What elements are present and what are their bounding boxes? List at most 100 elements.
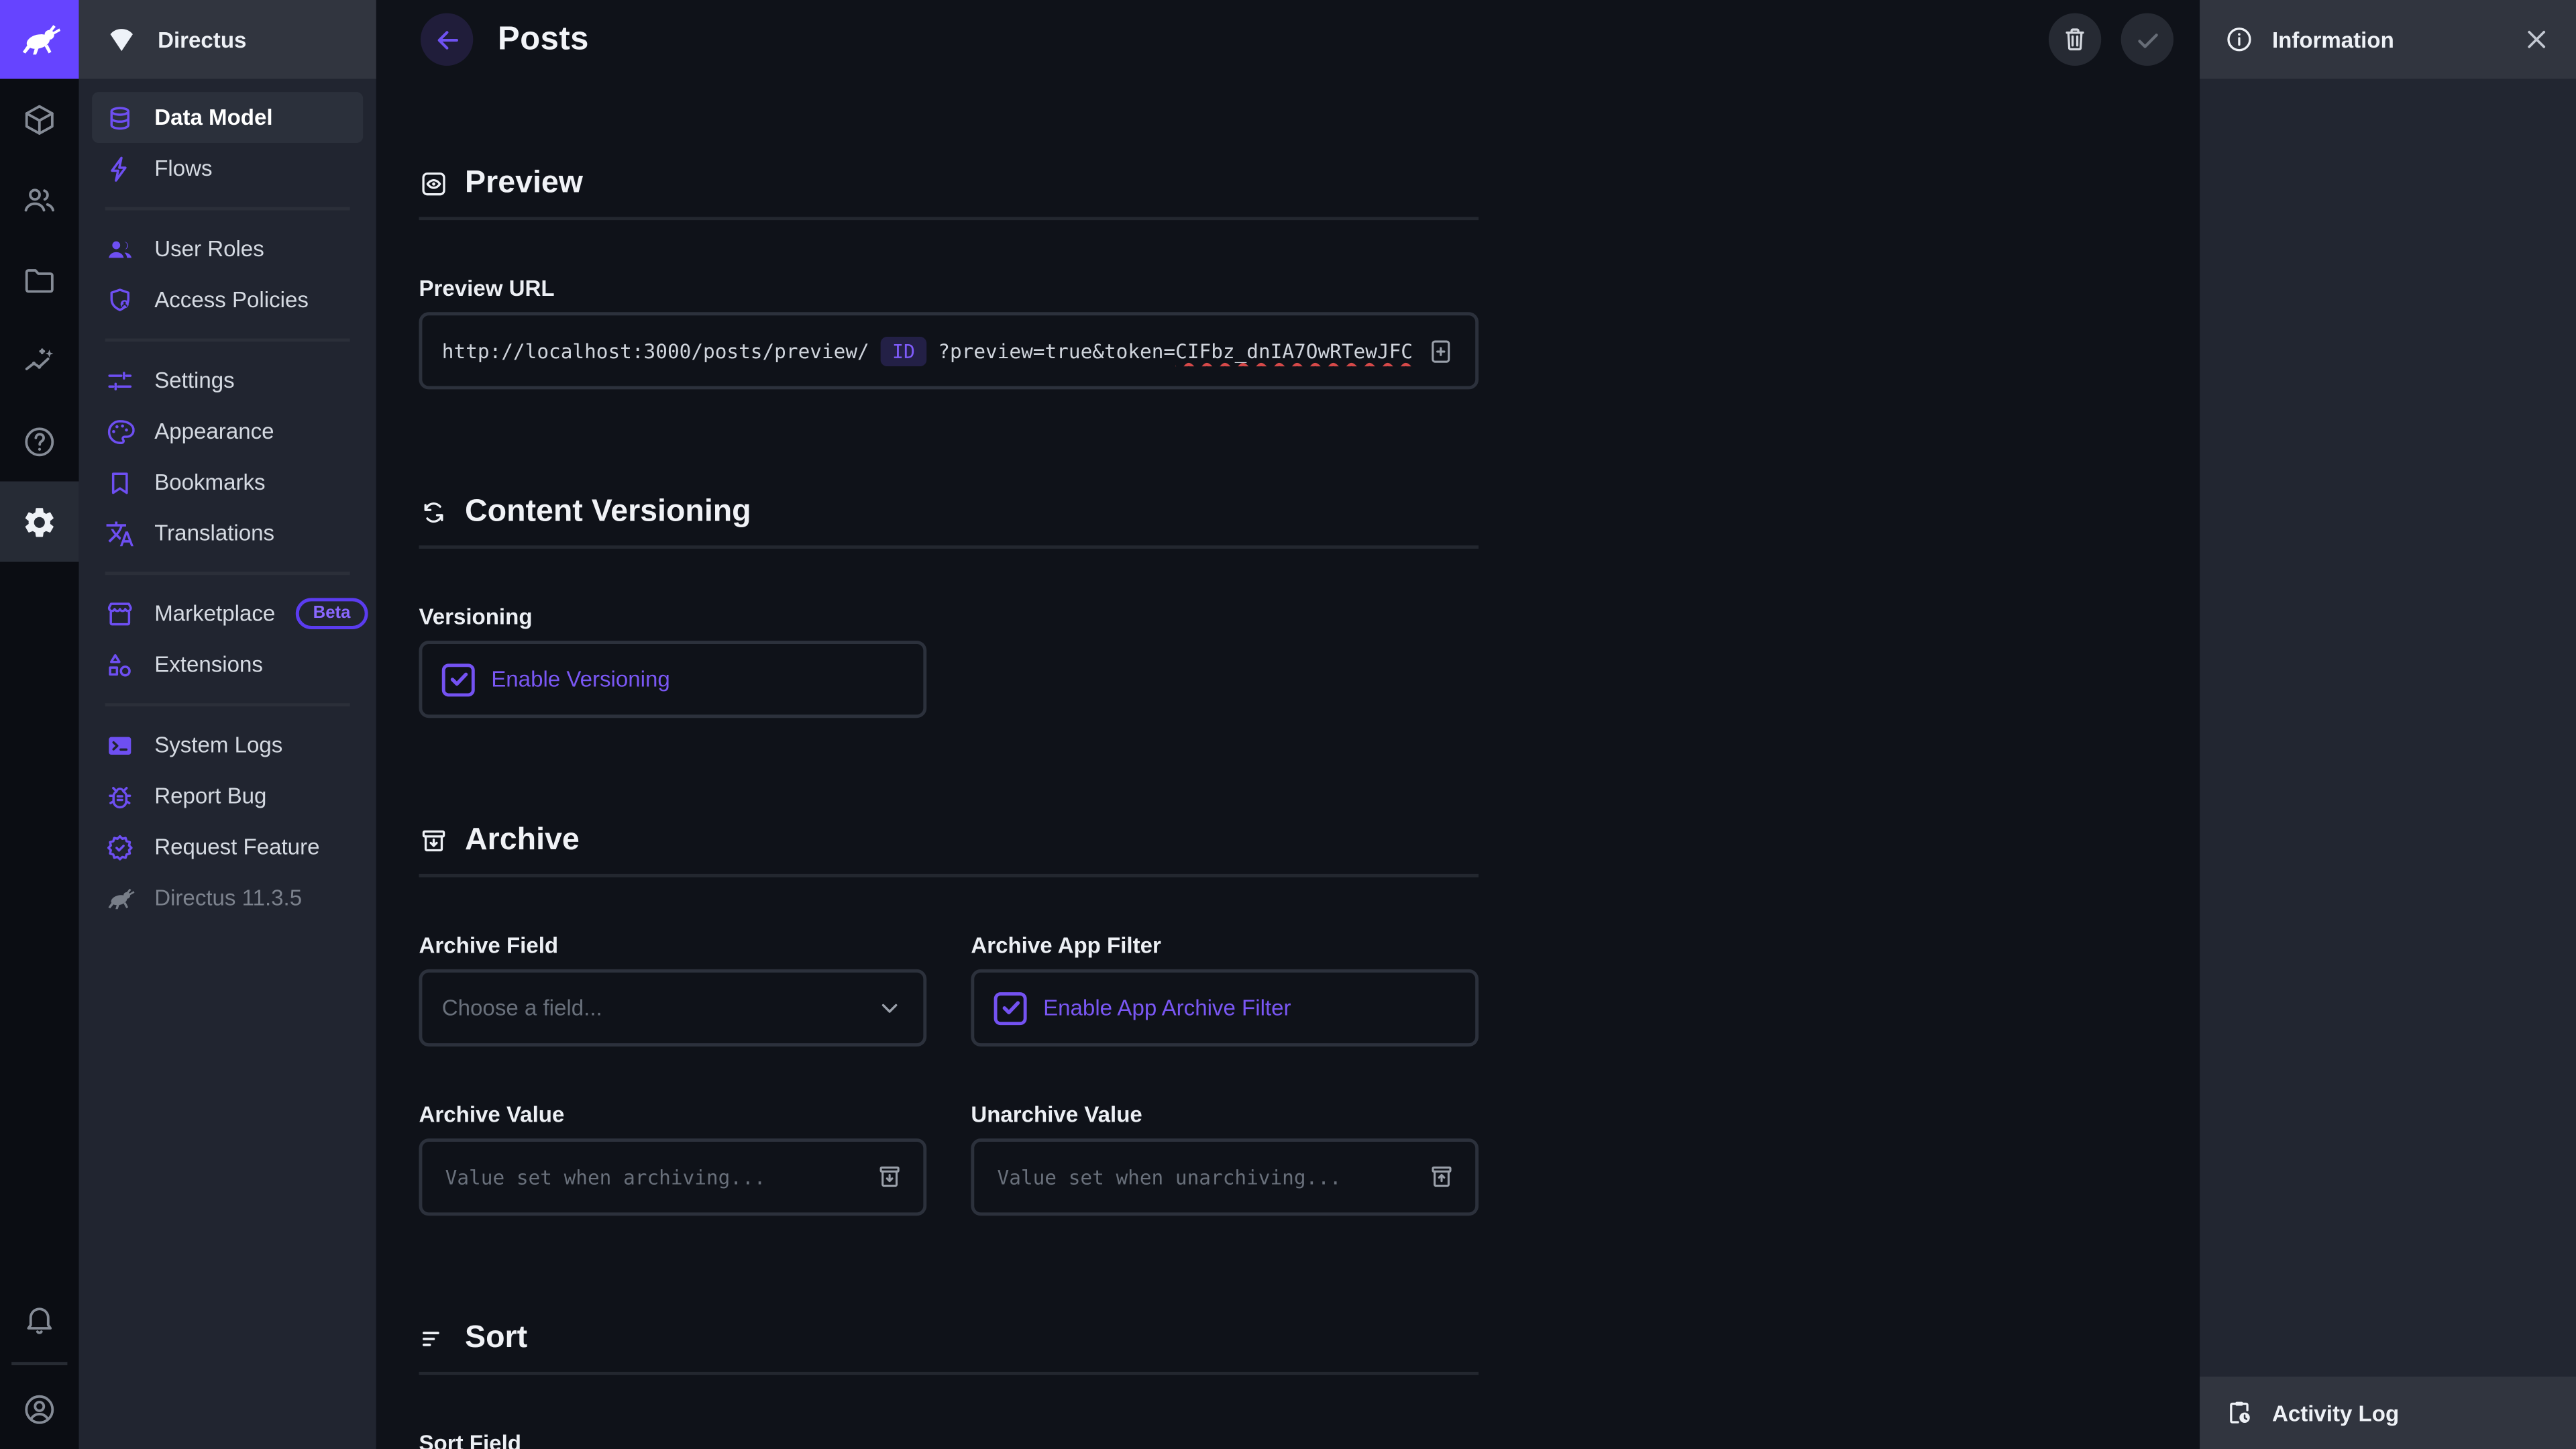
url-prefix: http://localhost:3000/posts/preview/: [442, 339, 869, 362]
archive-field-label: Archive Field: [419, 933, 926, 958]
module-content[interactable]: [0, 79, 79, 160]
module-bar: [0, 0, 79, 1449]
database-icon: [105, 103, 135, 132]
versioning-sync-icon: [419, 498, 448, 527]
section-title: Content Versioning: [465, 494, 751, 531]
unarchive-value-label: Unarchive Value: [971, 1102, 1479, 1127]
user-roles-icon: [105, 234, 135, 264]
project-wedge-icon: [105, 23, 138, 56]
archive-in-icon: [863, 1163, 904, 1191]
archive-value-input[interactable]: [442, 1164, 863, 1190]
bookmark-icon: [105, 468, 135, 497]
preview-url-label: Preview URL: [419, 276, 2200, 301]
shapes-icon: [105, 650, 135, 680]
module-user-directory[interactable]: [0, 160, 79, 240]
nav-divider: [105, 572, 350, 575]
checkbox-checked-icon: [994, 991, 1027, 1024]
preview-url-input[interactable]: http://localhost:3000/posts/preview/ ID …: [419, 312, 1479, 389]
nav-item-marketplace[interactable]: Marketplace Beta: [92, 588, 363, 639]
arrow-left-icon: [431, 24, 463, 56]
directus-rabbit-small-icon: [105, 883, 135, 912]
section-title: Archive: [465, 823, 580, 859]
archive-field-select[interactable]: Choose a field...: [419, 969, 926, 1046]
nav-item-label: Data Model: [154, 105, 272, 130]
archive-app-filter-field: Enable App Archive Filter: [971, 969, 1479, 1046]
nav-item-label: Access Policies: [154, 288, 309, 313]
unarchive-value-input[interactable]: [994, 1164, 1415, 1190]
nav-item-user-roles[interactable]: User Roles: [92, 223, 363, 274]
nav-item-label: Translations: [154, 521, 274, 545]
directus-rabbit-icon: [18, 18, 61, 61]
enable-versioning-checkbox[interactable]: Enable Versioning: [442, 663, 670, 696]
close-icon[interactable]: [2522, 25, 2551, 54]
nav-item-access-policies[interactable]: Access Policies: [92, 274, 363, 325]
nav-item-bookmarks[interactable]: Bookmarks: [92, 457, 363, 508]
main-panel: Posts: [376, 0, 2200, 1449]
nav-item-report-bug[interactable]: Report Bug: [92, 771, 363, 822]
account-button[interactable]: [0, 1368, 79, 1449]
nav-divider: [105, 703, 350, 706]
sidebar-title: Information: [2272, 27, 2394, 52]
nav-item-label: Flows: [154, 156, 212, 181]
sort-lines-icon: [419, 1324, 448, 1354]
checkbox-label: Enable App Archive Filter: [1043, 996, 1291, 1020]
section-rule: [419, 217, 1479, 220]
module-settings[interactable]: [0, 482, 79, 562]
nav-item-data-model[interactable]: Data Model: [92, 92, 363, 143]
nav-item-label: Marketplace: [154, 601, 275, 626]
palette-icon: [105, 417, 135, 446]
preview-url-value: http://localhost:3000/posts/preview/ ID …: [442, 336, 1413, 366]
beta-badge: Beta: [295, 598, 369, 629]
feature-seal-icon: [105, 832, 135, 861]
archive-value-label: Archive Value: [419, 1102, 926, 1127]
nav-list: Data Model Flows: [79, 79, 376, 924]
nav-item-flows[interactable]: Flows: [92, 143, 363, 194]
account-circle-icon: [21, 1391, 58, 1427]
versioning-label: Versioning: [419, 604, 2200, 629]
sidebar-body: [2200, 79, 2576, 1377]
settings-nav-sidebar: Directus Data Model: [79, 0, 376, 1449]
notifications-button[interactable]: [0, 1278, 79, 1358]
folder-icon: [21, 262, 58, 299]
project-header[interactable]: Directus: [79, 0, 376, 79]
nav-divider: [105, 207, 350, 211]
nav-item-request-feature[interactable]: Request Feature: [92, 821, 363, 872]
nav-item-translations[interactable]: Translations: [92, 508, 363, 559]
nav-item-label: Report Bug: [154, 784, 266, 808]
nav-item-settings[interactable]: Settings: [92, 355, 363, 406]
url-query-prefix: ?preview=true&token=: [938, 339, 1175, 362]
module-documentation[interactable]: [0, 401, 79, 482]
add-field-icon[interactable]: [1413, 336, 1456, 366]
sidebar-information-header[interactable]: Information: [2200, 0, 2576, 79]
activity-log-section[interactable]: Activity Log: [2200, 1377, 2576, 1449]
checkbox-label: Enable Versioning: [491, 667, 670, 692]
section-rule: [419, 1372, 1479, 1375]
archive-app-filter-label: Archive App Filter: [971, 933, 1479, 958]
delete-collection-button[interactable]: [2049, 13, 2101, 66]
tune-icon: [105, 366, 135, 395]
checkbox-checked-icon: [442, 663, 475, 696]
back-button[interactable]: [421, 13, 473, 66]
id-field-chip: ID: [881, 336, 926, 366]
preview-eye-icon: [419, 169, 448, 199]
nav-item-appearance[interactable]: Appearance: [92, 406, 363, 457]
main-header: Posts: [376, 0, 2200, 79]
section-sort: Sort: [419, 1321, 2200, 1357]
enable-app-archive-filter-checkbox[interactable]: Enable App Archive Filter: [994, 991, 1291, 1024]
directus-logo[interactable]: [0, 0, 79, 79]
nav-item-extensions[interactable]: Extensions: [92, 639, 363, 690]
shield-user-icon: [105, 285, 135, 315]
activity-log-label: Activity Log: [2272, 1401, 2399, 1426]
unarchive-value-input-wrap: [971, 1138, 1479, 1216]
directus-settings-data-model-page: Directus Data Model: [0, 0, 2576, 1449]
unarchive-out-icon: [1415, 1163, 1456, 1191]
header-actions: [2049, 13, 2174, 66]
save-button[interactable]: [2121, 13, 2174, 66]
module-file-library[interactable]: [0, 240, 79, 321]
right-sidebar: Information Activity Log: [2200, 0, 2576, 1449]
insights-icon: [21, 343, 58, 379]
module-insights[interactable]: [0, 321, 79, 401]
sort-field-label: Sort Field: [419, 1431, 2200, 1449]
section-rule: [419, 545, 1479, 549]
nav-item-system-logs[interactable]: System Logs: [92, 720, 363, 771]
